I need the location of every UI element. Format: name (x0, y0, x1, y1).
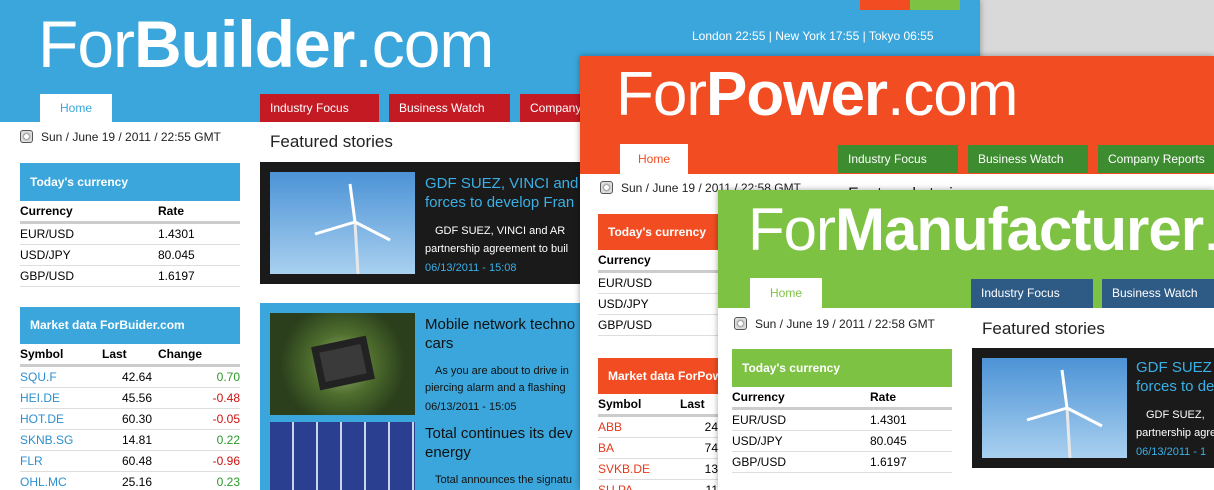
story-headline[interactable]: GDF SUEZ, VINCI and forces to develop Fra… (425, 174, 578, 212)
table-row: HOT.DE 60.30 -0.05 (20, 408, 240, 430)
header-accent-blue (818, 0, 860, 10)
story-summary: GDF SUEZ, partnership agre (1136, 409, 1214, 439)
symbol-link[interactable]: SKNB.SG (20, 429, 102, 451)
table-row: USD/JPY 80.045 (20, 244, 240, 266)
market-box: Market data ForPow Symbol Last ABB 24 BA 74… (598, 358, 722, 490)
story-card[interactable]: Total continues its dev energy Total anno… (270, 422, 590, 490)
symbol-link[interactable]: HOT.DE (20, 408, 102, 430)
table-row: GBP/USD 1.6197 (732, 451, 952, 473)
world-clock: London 22:55 | New York 17:55 | Tokyo 06… (692, 29, 934, 43)
table-row: FLR 60.48 -0.96 (20, 450, 240, 472)
tab-home[interactable]: Home (40, 94, 112, 122)
table-row: ABB 24 (598, 415, 718, 438)
story-card[interactable]: Mobile network techno cars As you are abo… (270, 313, 590, 415)
table-row: GBP/USD (598, 314, 718, 336)
table-row: EUR/USD 1.4301 (20, 222, 240, 245)
symbol-link[interactable]: SU.PA (598, 479, 680, 490)
date-display: Sun / June 19 / 2011 / 22:55 GMT (20, 130, 221, 144)
tab-home[interactable]: Home (620, 144, 688, 174)
story-summary: As you are about to drive in piercing ala… (425, 365, 569, 394)
featured-stories-heading: Featured stories (982, 319, 1105, 338)
featured-story-card[interactable]: GDF SUEZ, VINCI and forces to develop Fra… (260, 162, 590, 284)
story-headline[interactable]: GDF SUEZ forces to de (1136, 358, 1214, 396)
clock-icon (20, 130, 33, 143)
wind-turbine-image[interactable] (270, 172, 415, 275)
tab-industry-focus[interactable]: Industry Focus (971, 279, 1093, 308)
currency-title: Today's currency (732, 349, 952, 387)
forpower-logo[interactable]: ForPower.com (616, 59, 1018, 131)
formanufacturer-window: ForManufacturer. Home Industry Focus Bus… (718, 190, 1214, 490)
story-headline[interactable]: Mobile network techno cars (425, 315, 575, 353)
currency-box: Today's currency Currency Rate EUR/USD 1.4… (20, 163, 240, 287)
formanufacturer-logo[interactable]: ForManufacturer. (748, 194, 1214, 266)
table-row: SU.PA 11 (598, 479, 718, 490)
wind-turbine-icon (314, 183, 391, 275)
circuit-chip-image[interactable] (270, 313, 415, 415)
tab-home[interactable]: Home (750, 278, 822, 308)
symbol-link[interactable]: FLR (20, 450, 102, 472)
market-title: Market data ForPow (598, 358, 722, 394)
story-date: 06/13/2011 - 15:05 (425, 401, 517, 413)
market-title: Market data ForBuider.com (20, 307, 240, 344)
story-date: 06/13/2011 - 1 (1136, 446, 1207, 458)
table-row: SVKB.DE 13 (598, 458, 718, 480)
clock-icon (734, 317, 747, 330)
currency-title: Today's currency (20, 163, 240, 201)
currency-box: Today's currency Currency EUR/USD USD/JP… (598, 214, 718, 336)
market-box: Market data ForBuider.com Symbol Last Chan… (20, 307, 240, 490)
tab-business-watch[interactable]: Business Watch (389, 94, 510, 122)
date-display: Sun / June 19 / 2011 / 22:58 GMT (734, 317, 935, 331)
tab-business-watch[interactable]: Business Watch (968, 145, 1088, 173)
symbol-link[interactable]: BA (598, 437, 680, 459)
story-headline[interactable]: Total continues its dev energy (425, 424, 573, 462)
tab-industry-focus[interactable]: Industry Focus (260, 94, 379, 122)
header-accent-red (860, 0, 910, 10)
chip-icon (311, 335, 375, 391)
table-row: EUR/USD (598, 271, 718, 294)
table-row: OHL.MC 25.16 0.23 (20, 471, 240, 490)
currency-table: Currency Rate EUR/USD 1.4301 USD/JPY 80.045… (732, 387, 952, 473)
symbol-link[interactable]: SQU.F (20, 365, 102, 388)
symbol-link[interactable]: ABB (598, 415, 680, 438)
table-row: SKNB.SG 14.81 0.22 (20, 429, 240, 451)
tab-industry-focus[interactable]: Industry Focus (838, 145, 958, 173)
clock-icon (600, 181, 613, 194)
currency-title: Today's currency (598, 214, 718, 250)
table-row: GBP/USD 1.6197 (20, 265, 240, 287)
featured-stories-heading: Featured stories (270, 132, 393, 151)
currency-box: Today's currency Currency Rate EUR/USD 1.4… (732, 349, 952, 473)
table-row: USD/JPY 80.045 (732, 430, 952, 452)
wind-turbine-image[interactable] (982, 358, 1127, 459)
header-accent-green (910, 0, 960, 10)
tab-company-reports[interactable]: Company Reports (1098, 145, 1214, 173)
featured-story-card[interactable]: GDF SUEZ forces to de GDF SUEZ, partnershi… (972, 348, 1214, 468)
currency-table: Currency EUR/USD USD/JPY GBP/USD (598, 250, 718, 336)
story-date: 06/13/2011 - 15:08 (425, 262, 517, 274)
story-summary: GDF SUEZ, VINCI and AR partnership agreem… (425, 225, 569, 255)
table-row: SQU.F 42.64 0.70 (20, 365, 240, 388)
tab-business-watch[interactable]: Business Watch (1102, 279, 1214, 308)
market-table: Symbol Last Change SQU.F 42.64 0.70 HEI.DE 45… (20, 344, 240, 490)
symbol-link[interactable]: SVKB.DE (598, 458, 680, 480)
solar-panel-image[interactable] (270, 422, 415, 490)
wind-turbine-icon (1026, 369, 1103, 459)
table-row: USD/JPY (598, 293, 718, 315)
forbuilder-logo[interactable]: ForBuilder.com (38, 8, 494, 80)
currency-table: Currency Rate EUR/USD 1.4301 USD/JPY 80.045… (20, 201, 240, 287)
table-row: EUR/USD 1.4301 (732, 408, 952, 431)
symbol-link[interactable]: HEI.DE (20, 387, 102, 409)
story-summary: Total announces the signatu (435, 474, 572, 486)
table-row: BA 74 (598, 437, 718, 459)
market-table: Symbol Last ABB 24 BA 74 SVKB.DE 13 SU.PA 11 (598, 394, 718, 490)
table-row: HEI.DE 45.56 -0.48 (20, 387, 240, 409)
symbol-link[interactable]: OHL.MC (20, 471, 102, 490)
